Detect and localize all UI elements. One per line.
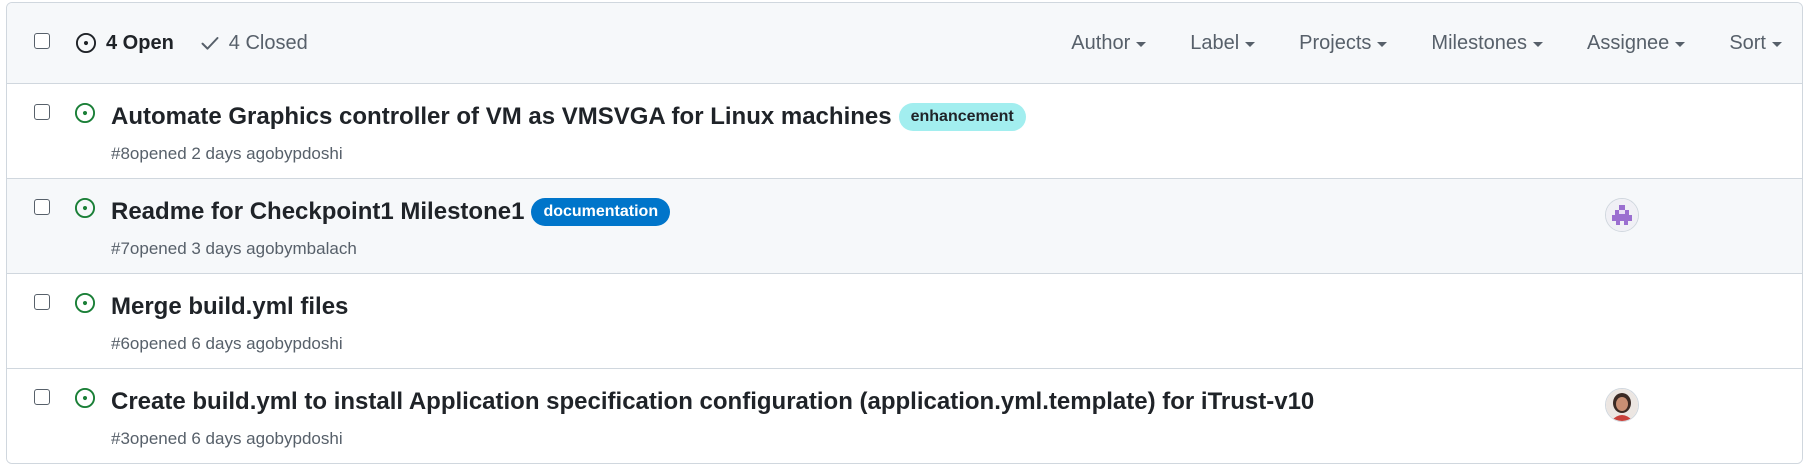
closed-issues-filter[interactable]: 4 Closed [200,32,308,55]
issue-opened-icon [74,292,96,319]
select-all-checkbox[interactable] [34,33,50,49]
issue-meta: #6 opened 6 days ago by pdoshi [111,334,343,354]
sort-filter-label: Sort [1729,31,1766,54]
issue-author-link[interactable]: pdoshi [293,429,343,449]
issue-select-checkbox[interactable] [34,389,50,405]
projects-filter[interactable]: Projects [1299,31,1388,55]
issue-opened-icon [74,387,96,414]
author-filter[interactable]: Author [1071,31,1147,55]
issue-by: by [274,144,293,163]
issue-number: #7 [111,239,130,258]
user-photo-avatar [1606,389,1638,421]
chevron-down-icon [1533,41,1544,47]
issue-number: #6 [111,334,130,353]
label-filter-label: Label [1190,31,1240,54]
issue-row[interactable]: Automate Graphics controller of VM as VM… [7,84,1802,179]
issue-state-toggle: 4 Open 4 Closed [75,3,308,83]
issue-author-link[interactable]: pdoshi [293,144,343,164]
assignee-filter[interactable]: Assignee [1587,31,1686,55]
issue-row[interactable]: Create build.yml to install Application … [7,369,1802,463]
assignee-filter-label: Assignee [1587,31,1670,54]
label-documentation[interactable]: documentation [531,198,671,226]
issue-author-link[interactable]: mbalach [293,239,357,259]
open-issues-filter[interactable]: 4 Open [75,32,174,55]
label-enhancement[interactable]: enhancement [898,103,1026,131]
milestones-filter[interactable]: Milestones [1431,31,1544,55]
issue-title-link[interactable]: Merge build.yml files [111,293,348,321]
filter-bar: Author Label Projects Milestones Assigne… [1027,3,1782,83]
issue-meta: #8 opened 2 days ago by pdoshi [111,144,343,164]
issue-opened-icon [74,102,96,129]
issue-opened-icon [75,32,97,54]
issues-list-header: 4 Open 4 Closed Author Label Projects Mi… [7,3,1802,84]
issue-by: by [274,334,293,353]
issue-opened-time: opened 3 days ago [129,239,275,258]
issue-title-link[interactable]: Automate Graphics controller of VM as VM… [111,103,892,131]
issue-opened-icon [74,197,96,224]
issue-select-checkbox[interactable] [34,294,50,310]
author-filter-label: Author [1071,31,1131,54]
issue-select-checkbox[interactable] [34,104,50,120]
issue-title-link[interactable]: Create build.yml to install Application … [111,388,1314,416]
chevron-down-icon [1772,41,1782,47]
identicon-avatar [1606,199,1638,231]
open-count-label: 4 Open [106,31,174,54]
issue-title-link[interactable]: Readme for Checkpoint1 Milestone1 [111,198,524,226]
issue-author-link[interactable]: pdoshi [293,334,343,354]
chevron-down-icon [1377,41,1388,47]
issue-opened-time: opened 6 days ago [129,429,275,448]
closed-count-label: 4 Closed [228,31,308,54]
issue-select-checkbox[interactable] [34,199,50,215]
issue-number: #3 [111,429,130,448]
check-icon [200,33,220,53]
assignee-avatar[interactable] [1605,198,1639,232]
issue-by: by [274,239,293,258]
milestones-filter-label: Milestones [1431,31,1528,54]
chevron-down-icon [1136,41,1147,47]
sort-filter[interactable]: Sort [1729,32,1782,55]
issue-meta: #3 opened 6 days ago by pdoshi [111,429,343,449]
chevron-down-icon [1675,41,1686,47]
issue-opened-time: opened 6 days ago [129,334,275,353]
issue-number: #8 [111,144,130,163]
issue-row[interactable]: Merge build.yml files #6 opened 6 days a… [7,274,1802,369]
label-filter[interactable]: Label [1190,31,1256,55]
projects-filter-label: Projects [1299,31,1372,54]
issue-opened-time: opened 2 days ago [129,144,275,163]
chevron-down-icon [1245,41,1256,47]
assignee-avatar[interactable] [1605,388,1639,422]
issue-row[interactable]: Readme for Checkpoint1 Milestone1 docume… [7,179,1802,274]
issue-meta: #7 opened 3 days ago by mbalach [111,239,357,259]
issues-list-container: 4 Open 4 Closed Author Label Projects Mi… [6,2,1803,464]
issue-by: by [274,429,293,448]
